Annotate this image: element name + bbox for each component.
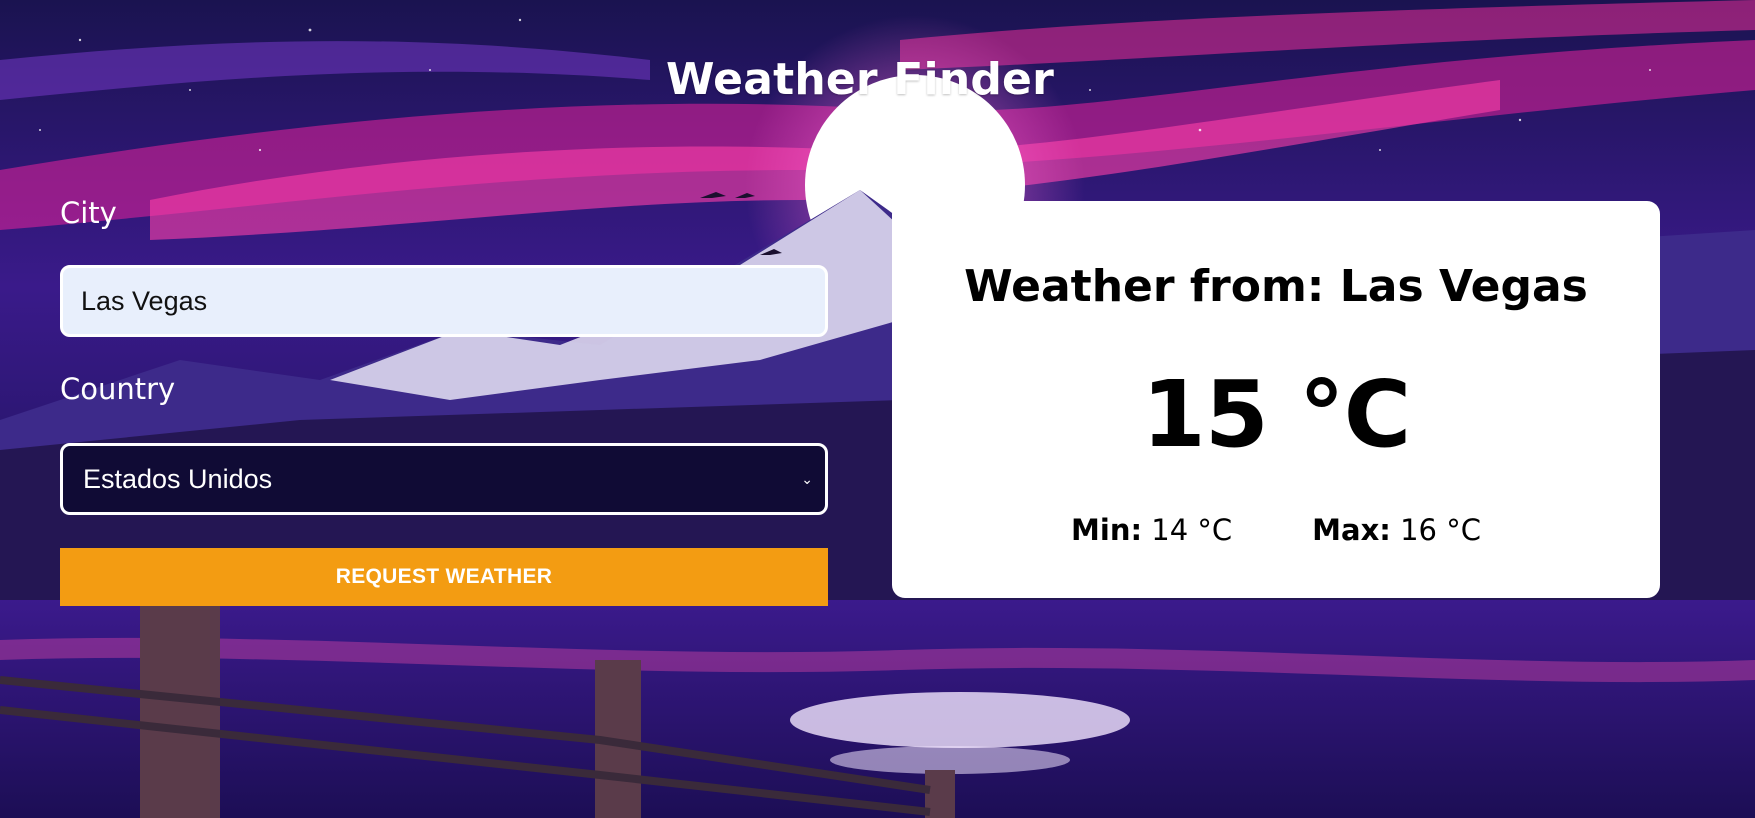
min-label: Min: — [1071, 513, 1143, 547]
city-input[interactable] — [60, 265, 828, 337]
country-selected-value: Estados Unidos — [83, 463, 273, 494]
min-value: 14 °C — [1151, 513, 1233, 547]
max-value: 16 °C — [1400, 513, 1481, 547]
country-select[interactable]: Estados Unidos ⌄ — [60, 443, 828, 515]
max-label: Max: — [1312, 513, 1391, 547]
page-title: Weather Finder — [665, 54, 1054, 105]
chevron-down-icon: ⌄ — [801, 471, 813, 487]
current-temperature: 15 °C — [1141, 361, 1412, 468]
result-heading: Weather from: Las Vegas — [964, 261, 1588, 312]
city-label: City — [60, 196, 117, 230]
min-max-row: Min: 14 °C Max: 16 °C — [892, 513, 1660, 547]
weather-result-card: Weather from: Las Vegas 15 °C Min: 14 °C… — [892, 201, 1660, 598]
country-label: Country — [60, 372, 176, 406]
max-temperature: Max: 16 °C — [1312, 513, 1481, 547]
min-temperature: Min: 14 °C — [1071, 513, 1232, 547]
request-weather-button[interactable]: REQUEST WEATHER — [60, 548, 828, 606]
